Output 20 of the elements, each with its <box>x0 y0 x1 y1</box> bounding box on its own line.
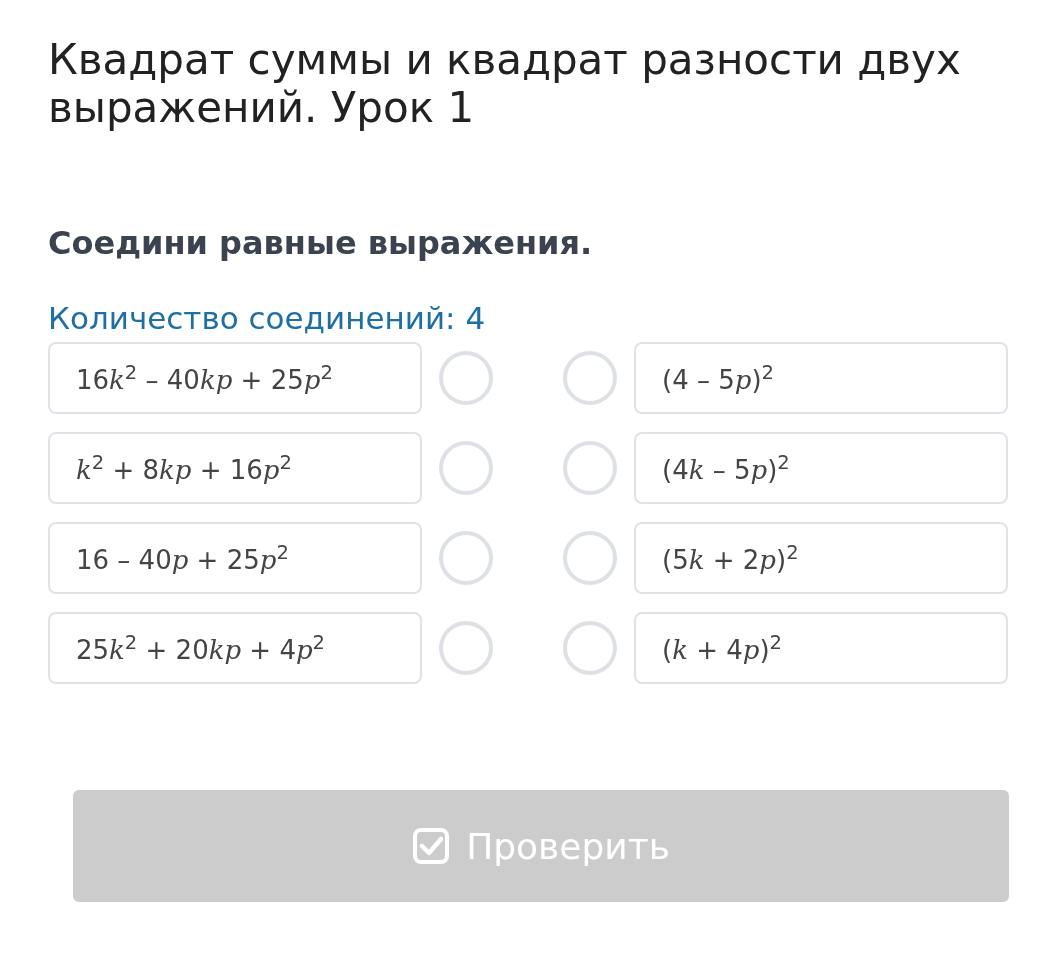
connection-point[interactable] <box>563 621 617 675</box>
connection-point[interactable] <box>563 441 617 495</box>
connection-point[interactable] <box>439 441 493 495</box>
expression-card: 16k$^{2}$ – 40kp + 25p$^{2}$ <box>48 342 422 414</box>
expression-card: k$^{2}$ + 8kp + 16p$^{2}$ <box>48 432 422 504</box>
expression-card: (4k – 5p)$^{2}$ <box>634 432 1008 504</box>
checkbox-icon <box>412 827 451 865</box>
expression-card: 25k$^{2}$ + 20kp + 4p$^{2}$ <box>48 612 422 684</box>
lesson-title: Квадрат суммы и квадрат разности двух выражений. Урок 1 <box>48 36 962 132</box>
expression-card: (5k + 2p)$^{2}$ <box>634 522 1008 594</box>
connection-point[interactable] <box>563 351 617 405</box>
connection-point[interactable] <box>439 621 493 675</box>
expression-card: 16 – 40p + 25p$^{2}$ <box>48 522 422 594</box>
connection-point[interactable] <box>563 531 617 585</box>
task-instruction: Соедини равные выражения. <box>48 224 594 262</box>
expression-card: (4 – 5p)$^{2}$ <box>634 342 1008 414</box>
connection-point[interactable] <box>439 531 493 585</box>
connection-point[interactable] <box>439 351 493 405</box>
connections-count: Количество соединений: 4 <box>48 300 487 336</box>
expression-card: (k + 4p)$^{2}$ <box>634 612 1008 684</box>
